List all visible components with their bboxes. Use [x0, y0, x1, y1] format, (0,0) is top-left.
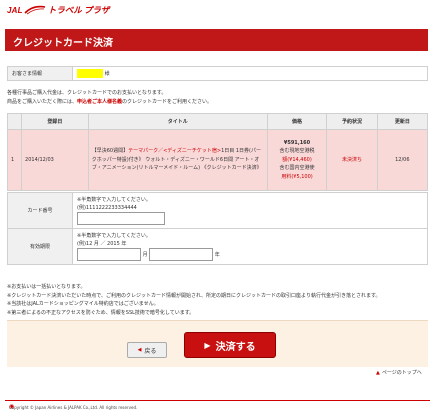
header-title: タイトル [87, 113, 268, 130]
price-total: ¥591,160 [283, 139, 311, 146]
expiry-month-input[interactable] [77, 248, 141, 261]
customer-info-table: お客さま情報 様 [7, 66, 428, 81]
triangle-up-icon: ▲ [376, 370, 380, 376]
jal-travel-plaza-logo: JAL トラベル プラザ [7, 4, 109, 16]
card-number-input[interactable] [77, 212, 165, 225]
row-status: 未決済ち [326, 129, 378, 191]
triangle-right-icon: ▶ [204, 340, 211, 350]
instruction-highlight: 申込者ご本人様名義 [77, 99, 123, 105]
table-row: 1 2014/12/03 【早決60週間】テーマパーク／<ディズニーチケット宿>… [6, 129, 429, 191]
payment-instructions: 各種行事品ご購入代金は、クレジットカードでのお支払いとなります。 商品をご購入い… [7, 89, 212, 107]
year-unit: 年 [214, 252, 220, 258]
instruction-line-1: 各種行事品ご購入代金は、クレジットカードでのお支払いとなります。 [7, 90, 167, 96]
expiry-year-input[interactable] [149, 248, 214, 261]
row-price: ¥591,160 含む現地空港税 額(¥14,460) 含む国内空港使 用料(¥… [266, 129, 328, 191]
note-item: ※クレジットカード決済いただいた時点で、ご利用のクレジットカード情報が開始され、… [7, 292, 381, 299]
header-index [6, 113, 23, 130]
note-item: ※第三者によるの不正なアクセスを防ぐため、情報をSSL技術で暗号化しています。 [7, 309, 195, 316]
action-button-area: ◀ 戻る ▶ 決済する [7, 320, 428, 367]
header-price: 価格 [266, 113, 328, 130]
card-number-label: カード番号 [7, 192, 73, 229]
customer-name-suffix: 様 [104, 71, 110, 77]
instruction-line-2: 商品をご購入いただく際には、申込者ご本人様名義のクレジットカードをご利用ください… [7, 99, 213, 105]
order-table: 登録日 タイトル 価格 予約状況 更新日 1 2014/12/03 【早決60週… [6, 113, 429, 191]
expiry-label: 有効期限 [7, 228, 73, 265]
row-date: 2014/12/03 [21, 129, 89, 191]
page-title: クレジットカード決済 [13, 38, 113, 49]
footer: Copyright © Japan Airlines & JALPAK Co.,… [5, 400, 430, 414]
header-updated: 更新日 [376, 113, 429, 130]
back-button[interactable]: ◀ 戻る [127, 342, 167, 358]
logo-brand-text: トラベル プラザ [47, 5, 110, 15]
expiry-cell: ※半角数字で入力してください。 (例)12 月 ／ 2015 年 月 年 [72, 228, 428, 265]
header-status: 予約状況 [326, 113, 378, 130]
customer-name-cell: 様 [72, 66, 428, 81]
page-top-link[interactable]: ▲ ページのトップへ [376, 369, 422, 376]
logo-jal-text: JAL [7, 5, 23, 15]
pay-button[interactable]: ▶ 決済する [184, 332, 276, 358]
note-item: ※当該社はJALカードショッピングマイル特約店ではございません。 [7, 301, 159, 307]
payment-notes: ※お支払いは一括払いとなります。 ※クレジットカード決済いただいた時点で、ご利用… [7, 283, 380, 317]
customer-info-label: お客さま情報 [7, 66, 73, 81]
card-form: カード番号 ※半角数字で入力してください。 (例)111122223333444… [7, 192, 428, 265]
card-number-cell: ※半角数字で入力してください。 (例)1111222233334444 [72, 192, 428, 229]
jal-crane-icon: ◉ [9, 403, 15, 410]
row-index: 1 [6, 129, 23, 191]
note-item: ※お支払いは一括払いとなります。 [7, 284, 86, 290]
row-title: 【早決60週間】テーマパーク／<ディズニーチケット宿>1日目 1日券(パークホッ… [87, 129, 268, 191]
order-table-header: 登録日 タイトル 価格 予約状況 更新日 [6, 113, 429, 130]
row-updated: 12/06 [376, 129, 429, 191]
customer-name-highlight [77, 69, 103, 78]
page-title-bar: クレジットカード決済 [5, 29, 428, 51]
month-unit: 月 [142, 252, 148, 258]
header-date: 登録日 [21, 113, 89, 130]
triangle-left-icon: ◀ [137, 347, 142, 353]
logo-swoosh-icon [24, 5, 45, 15]
